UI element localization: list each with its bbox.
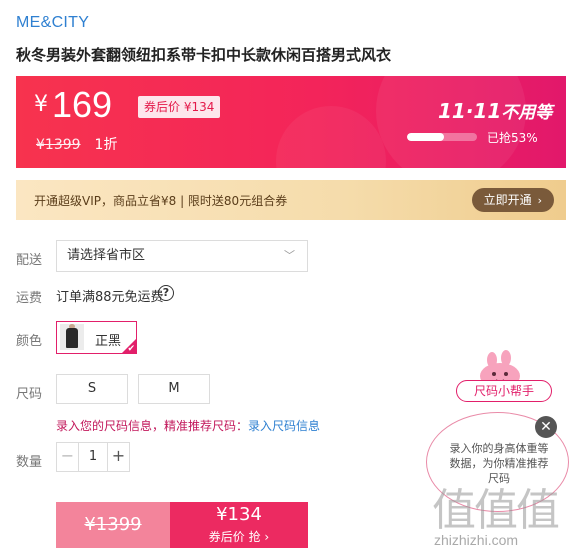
promo-title: 11·11不用等 (438, 98, 552, 123)
product-title: 秋冬男装外套翻领纽扣系带卡扣中长款休闲百搭男式风衣 (16, 46, 392, 64)
discount-label: 1折 (94, 137, 118, 153)
coupon-buy-button[interactable]: ¥134 券后价 抢 › (170, 502, 308, 548)
coupon-price-tag: 券后价 ¥134 (138, 96, 221, 118)
vip-open-label: 立即开通 (483, 193, 532, 207)
promo-title-number: 11·11 (438, 99, 502, 123)
product-thumbnail (60, 324, 84, 350)
size-option-s[interactable]: S (56, 374, 128, 404)
delivery-label: 配送 (16, 253, 43, 268)
decor-circle (276, 106, 386, 168)
size-option-m[interactable]: M (138, 374, 210, 404)
watermark-logo: 值值值 (432, 485, 560, 536)
size-hint-text: 录入您的尺码信息，精准推荐尺码： (56, 419, 249, 433)
chevron-right-icon: › (537, 194, 542, 207)
coupon-buy-price: ¥134 (216, 504, 262, 525)
region-select-placeholder: 请选择省市区 (67, 248, 146, 263)
quantity-minus-button[interactable]: − (57, 443, 79, 471)
color-label: 颜色 (16, 334, 43, 349)
watermark-url: zhizhizhi.com (434, 532, 519, 548)
color-option-label: 正黑 (95, 334, 122, 349)
original-price-strike: ¥1399 (84, 514, 142, 535)
current-price: ¥169 (34, 84, 112, 126)
close-icon[interactable]: ✕ (535, 416, 557, 438)
help-icon[interactable]: ? (158, 285, 174, 301)
price-band: ¥169 券后价 ¥134 ¥1399 1折 11·11不用等 已抢53% (16, 76, 566, 168)
original-price: ¥1399 (36, 137, 81, 153)
color-option-selected[interactable]: 正黑 ✔ (56, 321, 137, 354)
vip-banner: 开通超级VIP，商品立省¥8 | 限时送80元组合券 立即开通 › (16, 180, 566, 220)
promo-title-text: 不用等 (501, 103, 553, 123)
quantity-label: 数量 (16, 455, 43, 470)
watermark: 值值值 zhizhizhi.com (420, 474, 580, 554)
size-label: 尺码 (16, 387, 43, 402)
chevron-down-icon: ﹀ (284, 249, 295, 262)
brand-name[interactable]: ME&CITY (16, 14, 89, 32)
sold-progress-bar (407, 133, 477, 141)
sold-percent: 已抢53% (487, 131, 538, 145)
shipping-text: 订单满88元免运费 (56, 290, 164, 305)
current-price-value: 169 (52, 84, 113, 125)
coupon-buy-label: 券后价 抢 › (208, 530, 270, 544)
size-hint: 录入您的尺码信息，精准推荐尺码：录入尺码信息 (56, 417, 320, 434)
region-select[interactable]: 请选择省市区 ﹀ (56, 240, 308, 272)
vip-open-button[interactable]: 立即开通 › (471, 188, 554, 212)
size-hint-link[interactable]: 录入尺码信息 (248, 419, 320, 433)
shipping-label: 运费 (16, 291, 43, 306)
vip-text: 开通超级VIP，商品立省¥8 | 限时送80元组合券 (34, 194, 288, 208)
size-helper-title[interactable]: 尺码小帮手 (456, 380, 552, 402)
quantity-stepper: − 1 + (56, 442, 130, 472)
sold-progress-fill (407, 133, 445, 141)
quantity-plus-button[interactable]: + (107, 443, 129, 471)
check-icon: ✔ (127, 344, 135, 354)
original-price-row: ¥1399 1折 (36, 134, 117, 154)
quantity-value[interactable]: 1 (79, 443, 107, 471)
original-price-button[interactable]: ¥1399 (56, 502, 170, 548)
thumbnail-coat (66, 328, 78, 348)
currency-symbol: ¥ (34, 92, 48, 117)
